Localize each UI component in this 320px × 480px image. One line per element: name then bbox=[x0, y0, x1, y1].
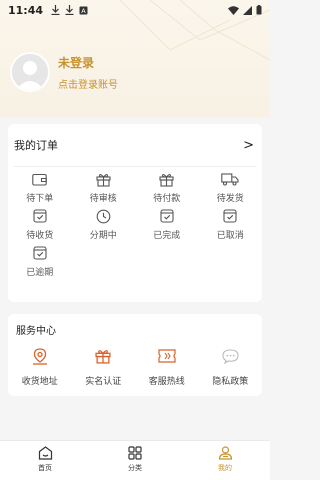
order-item-completed[interactable]: 已完成 bbox=[135, 208, 199, 241]
service-grid: 收货地址 实名认证 客服热线 隐私政策 bbox=[8, 338, 262, 387]
svg-text:A: A bbox=[81, 7, 86, 15]
location-icon bbox=[32, 347, 47, 365]
orders-header[interactable]: 我的订单 > bbox=[8, 124, 262, 166]
home-icon bbox=[38, 446, 52, 460]
check-box-icon bbox=[223, 209, 237, 223]
service-item-verification[interactable]: 实名认证 bbox=[72, 346, 136, 387]
service-item-label: 客服热线 bbox=[148, 377, 185, 387]
service-item-label: 收货地址 bbox=[21, 377, 58, 387]
order-item-label: 已完成 bbox=[153, 231, 181, 241]
tab-category[interactable]: 分类 bbox=[90, 441, 180, 480]
order-status-grid: 待下单 待审核 待付款 待发货 待收货 分期中 已完成 已取消 已逾期 bbox=[8, 167, 262, 278]
clock-icon bbox=[96, 209, 111, 223]
profile-section[interactable]: 未登录 点击登录账号 bbox=[10, 52, 118, 92]
service-item-hotline[interactable]: 客服热线 bbox=[135, 346, 199, 387]
tab-label: 我的 bbox=[218, 464, 232, 472]
service-center-card: 服务中心 收货地址 实名认证 客服热线 隐私政策 bbox=[8, 314, 262, 396]
order-item-label: 已逾期 bbox=[26, 268, 54, 278]
order-item-pending-payment[interactable]: 待付款 bbox=[135, 171, 199, 204]
service-item-privacy[interactable]: 隐私政策 bbox=[199, 346, 263, 387]
order-item-label: 已取消 bbox=[216, 231, 244, 241]
order-item-overdue[interactable]: 已逾期 bbox=[8, 245, 72, 278]
login-link[interactable]: 点击登录账号 bbox=[58, 76, 118, 91]
service-center-title: 服务中心 bbox=[16, 326, 56, 337]
service-item-address[interactable]: 收货地址 bbox=[8, 346, 72, 387]
signal-icon bbox=[243, 5, 252, 15]
chevron-right-icon[interactable]: > bbox=[243, 138, 254, 153]
tab-mine[interactable]: 我的 bbox=[180, 441, 270, 480]
order-item-label: 待审核 bbox=[89, 194, 117, 204]
order-item-installment[interactable]: 分期中 bbox=[72, 208, 136, 241]
login-status[interactable]: 未登录 bbox=[58, 54, 118, 71]
user-icon bbox=[218, 446, 232, 460]
truck-icon bbox=[221, 172, 239, 186]
gift-icon bbox=[96, 173, 111, 187]
order-item-label: 待收货 bbox=[26, 231, 54, 241]
status-time: 11:44 bbox=[8, 3, 44, 17]
download-icon bbox=[65, 5, 74, 15]
order-item-pending-shipment[interactable]: 待发货 bbox=[199, 171, 263, 204]
order-item-pending-review[interactable]: 待审核 bbox=[72, 171, 136, 204]
orders-card: 我的订单 > 待下单 待审核 待付款 待发货 待收货 分期中 已完成 已取消 已… bbox=[8, 124, 262, 302]
order-item-pending-receipt[interactable]: 待收货 bbox=[8, 208, 72, 241]
tab-home[interactable]: 首页 bbox=[0, 441, 90, 480]
grid-icon bbox=[128, 446, 142, 460]
bottom-tab-bar: 首页 分类 我的 bbox=[0, 440, 270, 480]
orders-title: 我的订单 bbox=[14, 139, 58, 152]
a-badge-icon: A bbox=[79, 6, 88, 15]
tab-label: 首页 bbox=[38, 464, 52, 472]
order-item-pending-order[interactable]: 待下单 bbox=[8, 171, 72, 204]
check-box-icon bbox=[33, 246, 47, 260]
wifi-icon bbox=[228, 5, 239, 15]
order-item-label: 待付款 bbox=[153, 194, 181, 204]
tab-label: 分类 bbox=[128, 464, 142, 472]
check-box-icon bbox=[33, 209, 47, 223]
avatar[interactable] bbox=[10, 52, 50, 92]
download-icon bbox=[51, 5, 60, 15]
order-item-label: 待下单 bbox=[26, 194, 54, 204]
gift-icon bbox=[95, 350, 111, 364]
service-item-label: 隐私政策 bbox=[212, 377, 249, 387]
ticket-icon bbox=[158, 349, 176, 363]
battery-icon bbox=[256, 5, 262, 15]
order-item-label: 分期中 bbox=[89, 231, 117, 241]
gift-icon bbox=[159, 173, 174, 187]
check-box-icon bbox=[160, 209, 174, 223]
order-item-cancelled[interactable]: 已取消 bbox=[199, 208, 263, 241]
chat-icon bbox=[222, 348, 239, 364]
default-avatar-icon bbox=[12, 54, 48, 90]
order-item-label: 待发货 bbox=[216, 194, 244, 204]
service-item-label: 实名认证 bbox=[85, 377, 122, 387]
status-bar: 11:44 A bbox=[0, 0, 270, 20]
wallet-icon bbox=[32, 173, 47, 186]
